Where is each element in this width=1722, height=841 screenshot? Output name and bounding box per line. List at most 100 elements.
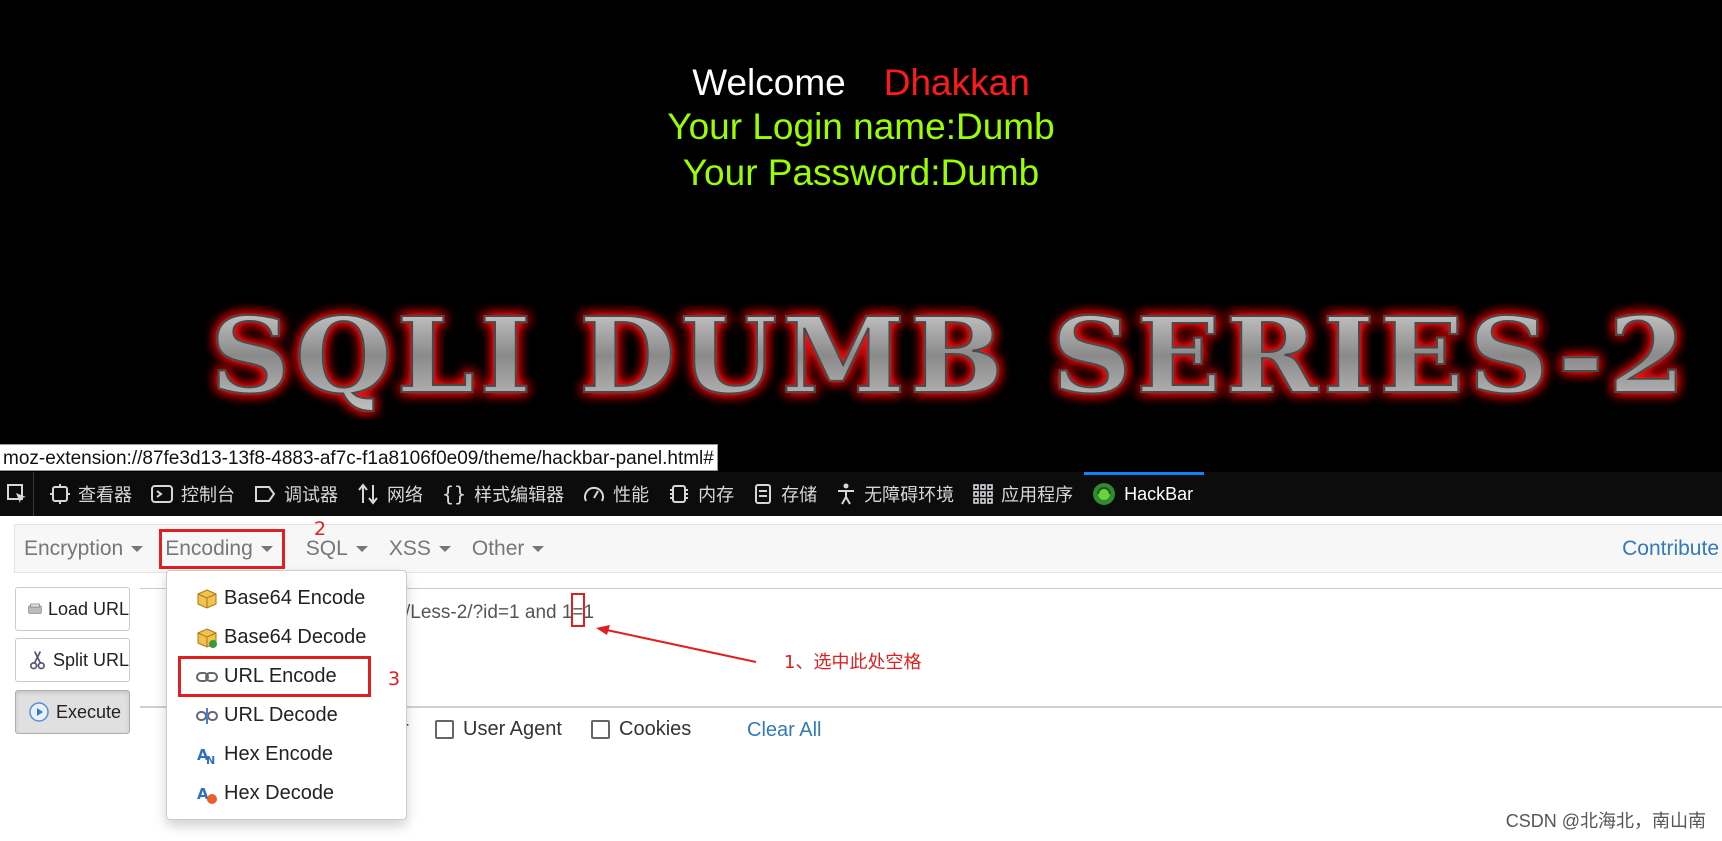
scissors-icon <box>29 651 45 670</box>
storage-icon <box>755 484 772 504</box>
url-value: /Less-2/?id=1 and 1=1 <box>405 602 595 623</box>
performance-icon <box>584 486 605 502</box>
debugger-icon <box>255 486 276 502</box>
base64-decode-icon <box>197 627 217 648</box>
annotation-arrow <box>596 625 757 663</box>
menu-sql[interactable]: SQL <box>297 525 380 572</box>
hex-encode-item[interactable]: AN Hex Encode <box>167 735 406 774</box>
menu-other[interactable]: Other <box>463 525 557 572</box>
tab-label: 查看器 <box>78 485 132 505</box>
welcome-label: Welcome <box>692 62 846 103</box>
hex-decode-item[interactable]: A Hex Decode <box>167 774 406 813</box>
devtools-toolbar: 查看器 控制台 调试器 网络 {} 样式编辑器 性能 内存 存储 无障碍环境 应… <box>0 472 1722 516</box>
url-encode-label: URL Encode <box>224 665 337 687</box>
banner-text: SQLI DUMB SERIES-2 <box>210 294 1690 417</box>
step-1-annotation: 1、选中此处空格 <box>784 652 922 673</box>
menu-sql-label: SQL <box>305 536 348 560</box>
hex-decode-label: Hex Decode <box>224 782 335 804</box>
network-icon <box>358 483 378 505</box>
tab-label: 内存 <box>698 485 735 505</box>
user-agent-checkbox[interactable] <box>435 720 454 739</box>
tab-debugger[interactable]: 调试器 <box>246 472 349 516</box>
console-icon <box>151 485 173 503</box>
svg-text:N: N <box>206 754 215 766</box>
execute-label: Execute <box>56 701 122 722</box>
tab-label: 控制台 <box>181 485 235 505</box>
menu-encoding[interactable]: Encoding <box>159 528 285 569</box>
space-selection-marker <box>571 593 585 627</box>
url-decode-icon <box>196 707 218 724</box>
tab-label: 存储 <box>781 485 818 505</box>
caret-down-icon <box>260 545 273 552</box>
base64-decode-label: Base64 Decode <box>224 626 367 648</box>
hackbar-menu-bar: Encryption Encoding SQL XSS Other Contri… <box>14 524 1722 573</box>
tab-console[interactable]: 控制台 <box>143 472 246 516</box>
hex-decode-icon: A <box>197 785 217 804</box>
menu-other-label: Other <box>471 536 525 560</box>
caret-down-icon <box>355 545 368 552</box>
base64-encode-item[interactable]: Base64 Encode <box>167 579 406 618</box>
user-agent-option[interactable]: User Agent <box>435 718 562 741</box>
memory-icon <box>670 485 689 503</box>
tab-hackbar[interactable]: HackBar <box>1084 472 1205 516</box>
menu-xss[interactable]: XSS <box>380 525 463 572</box>
base64-decode-item[interactable]: Base64 Decode <box>167 618 406 657</box>
tab-storage[interactable]: 存储 <box>745 472 828 516</box>
url-decode-label: URL Decode <box>224 704 338 726</box>
clear-all-link[interactable]: Clear All <box>747 719 821 742</box>
tab-accessibility[interactable]: 无障碍环境 <box>828 472 965 516</box>
page-viewport: Welcome Dhakkan Your Login name:Dumb Your… <box>0 0 1722 472</box>
split-url-button[interactable]: Split URL <box>15 638 130 682</box>
element-picker-button[interactable] <box>0 472 34 516</box>
step-2-annotation: 2 <box>314 518 327 540</box>
play-icon <box>29 702 49 722</box>
cookies-option[interactable]: Cookies <box>591 718 691 741</box>
tab-network[interactable]: 网络 <box>349 472 434 516</box>
url-encode-icon <box>196 671 218 682</box>
welcome-name: Dhakkan <box>883 62 1030 103</box>
tab-label: 网络 <box>387 485 423 505</box>
caret-down-icon <box>131 545 144 552</box>
cookies-label: Cookies <box>619 718 692 740</box>
contribute-link[interactable]: Contribute <box>1622 525 1719 572</box>
cookies-checkbox[interactable] <box>591 720 610 739</box>
caret-down-icon <box>438 545 451 552</box>
tab-label: 性能 <box>613 485 650 505</box>
load-url-button[interactable]: Load URL <box>15 587 130 631</box>
base64-encode-label: Base64 Encode <box>224 587 366 609</box>
welcome-line: Welcome Dhakkan <box>0 62 1722 104</box>
inspector-icon <box>50 484 70 504</box>
application-icon <box>973 484 993 504</box>
password-line: Your Password:Dumb <box>682 152 1040 193</box>
menu-encoding-label: Encoding <box>165 536 253 560</box>
accessibility-icon <box>838 483 855 505</box>
execute-button[interactable]: Execute <box>15 690 130 734</box>
login-name-line: Your Login name:Dumb <box>667 106 1055 147</box>
tab-label: HackBar <box>1124 483 1194 504</box>
tab-label: 调试器 <box>284 485 338 505</box>
tab-style-editor[interactable]: {} 样式编辑器 <box>434 472 575 516</box>
menu-xss-label: XSS <box>388 536 431 560</box>
menu-encryption-label: Encryption <box>24 536 124 560</box>
url-decode-item[interactable]: URL Decode <box>167 696 406 735</box>
caret-down-icon <box>532 545 545 552</box>
encoding-dropdown-menu: Base64 Encode Base64 Decode URL Encode U… <box>166 570 407 820</box>
sqli-series-banner: SQLI DUMB SERIES-2 <box>209 293 1690 418</box>
menu-encryption[interactable]: Encryption <box>15 525 155 572</box>
tab-application[interactable]: 应用程序 <box>965 472 1084 516</box>
hackbar-icon <box>1093 483 1116 505</box>
tab-label: 应用程序 <box>1001 485 1074 505</box>
tab-label: 无障碍环境 <box>864 485 955 505</box>
base64-encode-icon <box>197 588 217 609</box>
style-editor-icon: {} <box>442 482 467 506</box>
hex-encode-label: Hex Encode <box>224 743 333 765</box>
tab-performance[interactable]: 性能 <box>575 472 660 516</box>
hex-encode-icon: AN <box>197 746 215 766</box>
tab-inspector[interactable]: 查看器 <box>42 472 143 516</box>
csdn-watermark: CSDN @北海北，南山南 <box>1505 811 1706 831</box>
tab-memory[interactable]: 内存 <box>660 472 745 516</box>
split-url-label: Split URL <box>52 649 129 670</box>
element-picker-icon <box>6 484 26 503</box>
url-encode-item[interactable]: URL Encode <box>178 656 371 697</box>
status-url-tooltip: moz-extension://87fe3d13-13f8-4883-af7c-… <box>0 444 718 471</box>
